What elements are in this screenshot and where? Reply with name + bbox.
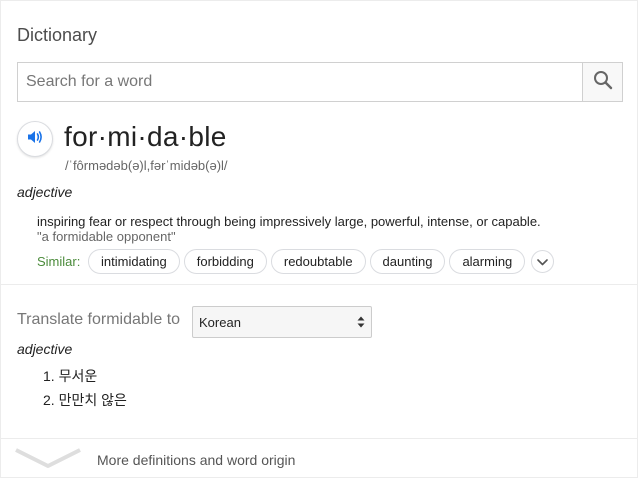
more-definitions-label: More definitions and word origin [97,452,296,468]
translate-label: Translate formidable to [17,311,181,328]
similar-label: Similar: [37,254,81,269]
dictionary-card: Dictionary for·mi·da·ble /ˈfôrmədəb(ə)l,… [0,0,638,478]
similar-chip[interactable]: redoubtable [270,249,366,274]
similar-chip[interactable]: intimidating [88,249,180,274]
translation-list: 1. 무서운 2. 만만치 않은 [43,367,127,415]
chevron-down-icon [537,253,549,271]
headword: for·mi·da·ble [64,121,227,152]
select-arrows-icon [357,315,365,332]
similar-chip[interactable]: forbidding [183,249,267,274]
similar-chip[interactable]: daunting [369,249,446,274]
expand-similar-button[interactable] [531,250,555,273]
section-divider [1,438,638,439]
part-of-speech: adjective [17,184,73,200]
similar-words: intimidating forbidding redoubtable daun… [88,249,555,274]
more-definitions-link[interactable]: More definitions and word origin [15,446,415,474]
card-title: Dictionary [17,25,98,45]
language-select[interactable]: Korean [192,306,372,338]
phonetic-transcription: /ˈfôrmədəb(ə)l,fərˈmidəb(ə)l/ [65,158,228,173]
search-box [17,62,623,102]
example-text: "a formidable opponent" [37,229,176,244]
translation-part-of-speech: adjective [17,341,73,357]
translation-item: 2. 만만치 않은 [43,392,127,408]
section-divider [1,284,638,285]
definition-text: inspiring fear or respect through being … [37,214,541,229]
search-input[interactable] [18,63,583,101]
large-chevron-down-icon [15,446,81,475]
selected-language: Korean [199,314,241,330]
pronunciation-button[interactable] [17,121,53,157]
search-icon [593,70,613,95]
search-button[interactable] [582,63,622,101]
speaker-icon [26,128,44,151]
similar-chip[interactable]: alarming [449,249,526,274]
translation-item: 1. 무서운 [43,368,98,384]
